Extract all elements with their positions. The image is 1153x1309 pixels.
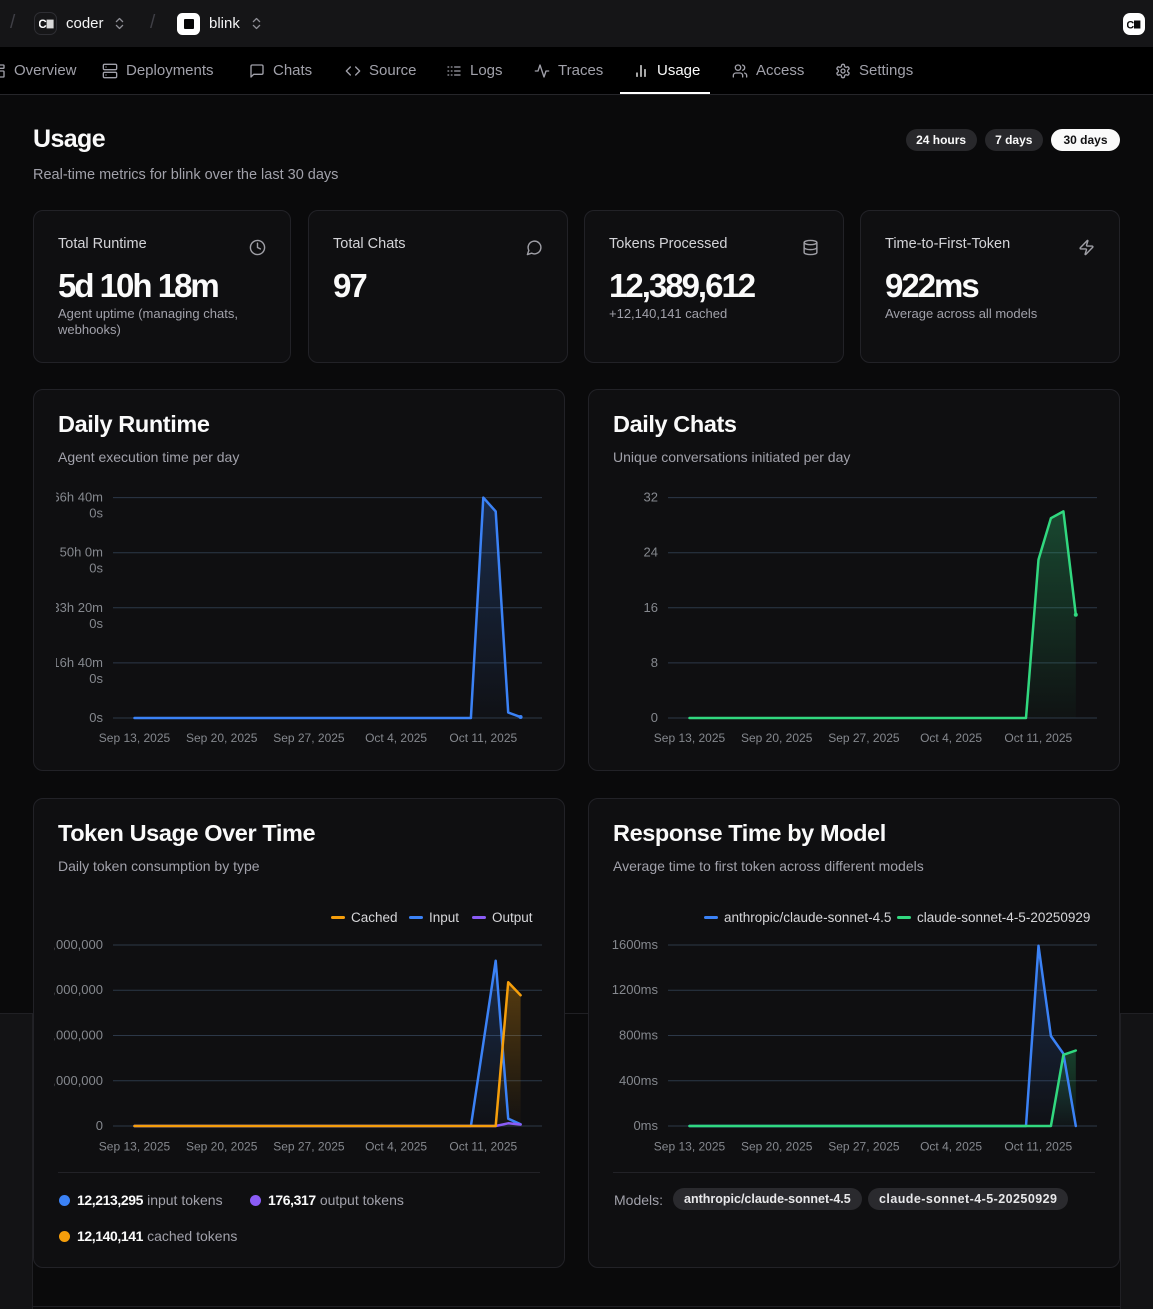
svg-text:Oct 11, 2025: Oct 11, 2025 [449,1140,517,1154]
svg-text:Oct 4, 2025: Oct 4, 2025 [920,731,982,745]
svg-text:0s: 0s [89,671,103,686]
svg-text:Oct 4, 2025: Oct 4, 2025 [365,1140,427,1154]
svg-text:Oct 4, 2025: Oct 4, 2025 [365,731,427,745]
svg-text:32: 32 [644,490,658,505]
svg-text:24: 24 [644,545,658,560]
svg-text:800ms: 800ms [619,1028,659,1043]
svg-text:12,000,000: 12,000,000 [38,937,103,952]
svg-text:3,000,000: 3,000,000 [45,1073,103,1088]
svg-text:C: C [39,19,47,29]
svg-text:400ms: 400ms [619,1073,659,1088]
svg-text:8: 8 [651,655,658,670]
svg-text:0s: 0s [89,710,103,725]
svg-text:Sep 27, 2025: Sep 27, 2025 [273,731,345,745]
svg-text:Oct 11, 2025: Oct 11, 2025 [449,731,517,745]
svg-text:16h 40m: 16h 40m [52,655,103,670]
svg-text:Sep 13, 2025: Sep 13, 2025 [99,1140,171,1154]
svg-text:Sep 27, 2025: Sep 27, 2025 [828,1140,900,1154]
svg-text:Sep 20, 2025: Sep 20, 2025 [741,1140,813,1154]
svg-text:Sep 27, 2025: Sep 27, 2025 [828,731,900,745]
svg-text:50h 0m: 50h 0m [60,545,103,560]
svg-text:Sep 20, 2025: Sep 20, 2025 [186,1140,258,1154]
svg-text:16: 16 [644,600,658,615]
svg-text:0s: 0s [89,506,103,521]
svg-text:Sep 13, 2025: Sep 13, 2025 [654,731,726,745]
svg-text:0ms: 0ms [633,1118,658,1133]
svg-text:33h 20m: 33h 20m [52,600,103,615]
svg-text:0s: 0s [89,616,103,631]
svg-text:Oct 4, 2025: Oct 4, 2025 [920,1140,982,1154]
svg-text:Sep 27, 2025: Sep 27, 2025 [273,1140,345,1154]
svg-text:0: 0 [651,710,658,725]
svg-text:Sep 20, 2025: Sep 20, 2025 [741,731,813,745]
svg-text:Oct 11, 2025: Oct 11, 2025 [1004,731,1072,745]
svg-text:1600ms: 1600ms [612,937,659,952]
svg-text:Sep 13, 2025: Sep 13, 2025 [654,1140,726,1154]
svg-text:1200ms: 1200ms [612,982,659,997]
svg-text:Oct 11, 2025: Oct 11, 2025 [1004,1140,1072,1154]
svg-text:6,000,000: 6,000,000 [45,1028,103,1043]
svg-text:0s: 0s [89,561,103,576]
svg-text:C: C [1127,20,1134,29]
svg-text:Sep 13, 2025: Sep 13, 2025 [99,731,171,745]
svg-text:66h 40m: 66h 40m [52,490,103,505]
svg-text:9,000,000: 9,000,000 [45,982,103,997]
svg-text:Sep 20, 2025: Sep 20, 2025 [186,731,258,745]
svg-text:0: 0 [96,1118,103,1133]
